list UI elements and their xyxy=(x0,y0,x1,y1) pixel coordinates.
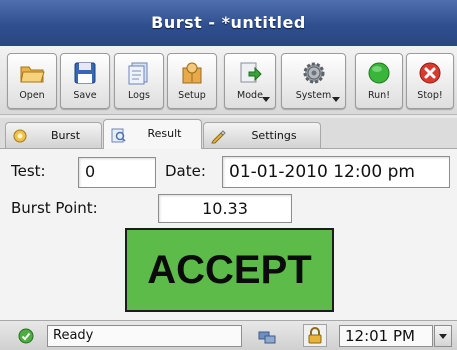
chevron-down-icon xyxy=(439,334,447,339)
tab-result-label: Result xyxy=(147,127,182,140)
setup-icon xyxy=(182,62,202,84)
save-label: Save xyxy=(73,90,97,101)
tab-burst-label: Burst xyxy=(50,129,81,142)
test-field[interactable]: 0 xyxy=(78,157,156,188)
date-field[interactable]: 01-01-2010 12:00 pm xyxy=(222,156,450,188)
lock-icon xyxy=(308,327,322,344)
stop-icon xyxy=(419,62,441,84)
burst-icon xyxy=(13,129,27,143)
toolbar: Open Save Logs Setup Mode System Run! St… xyxy=(0,46,457,115)
folder-open-icon xyxy=(20,66,45,83)
pencil-icon xyxy=(211,130,226,144)
window-title: Burst - *untitled xyxy=(151,13,306,32)
tab-settings[interactable]: Settings xyxy=(203,122,321,148)
tab-burst[interactable]: Burst xyxy=(5,122,102,148)
lock-button[interactable] xyxy=(303,324,327,347)
burst-point-field: 10.33 xyxy=(158,194,292,223)
stop-button[interactable]: Stop! xyxy=(406,53,454,109)
stop-label: Stop! xyxy=(417,90,443,101)
setup-label: Setup xyxy=(178,90,206,101)
time-field: 12:01 PM xyxy=(339,325,433,347)
setup-button[interactable]: Setup xyxy=(167,53,217,109)
status-text-field: Ready xyxy=(47,325,242,347)
gear-icon xyxy=(303,62,324,84)
tab-settings-label: Settings xyxy=(251,129,297,142)
network-icon xyxy=(258,331,276,344)
result-icon xyxy=(111,128,126,143)
accept-indicator: ACCEPT xyxy=(125,228,334,312)
run-icon xyxy=(368,62,390,84)
system-button[interactable]: System xyxy=(281,53,346,109)
logs-icon xyxy=(128,62,148,85)
mode-dropdown-caret-icon xyxy=(262,97,270,102)
date-label: Date: xyxy=(165,162,206,180)
run-label: Run! xyxy=(367,90,391,101)
floppy-save-icon xyxy=(74,62,96,84)
logs-button[interactable]: Logs xyxy=(114,53,164,109)
status-bar: Ready 12:01 PM xyxy=(0,320,457,350)
status-ok-icon xyxy=(18,328,34,344)
verdict-text: ACCEPT xyxy=(147,247,312,292)
mode-button[interactable]: Mode xyxy=(224,53,276,109)
burst-point-label: Burst Point: xyxy=(11,199,98,217)
tab-bar: Burst Result Settings xyxy=(0,118,457,149)
mode-icon xyxy=(240,62,262,83)
save-button[interactable]: Save xyxy=(60,53,110,109)
tab-result[interactable]: Result xyxy=(103,119,202,149)
open-label: Open xyxy=(19,90,45,101)
time-dropdown-button[interactable] xyxy=(434,325,452,347)
window-title-bar: Burst - *untitled xyxy=(0,0,457,46)
run-button[interactable]: Run! xyxy=(355,53,403,109)
open-button[interactable]: Open xyxy=(7,53,57,109)
system-dropdown-caret-icon xyxy=(332,97,340,102)
test-label: Test: xyxy=(11,162,46,180)
logs-label: Logs xyxy=(128,90,150,101)
